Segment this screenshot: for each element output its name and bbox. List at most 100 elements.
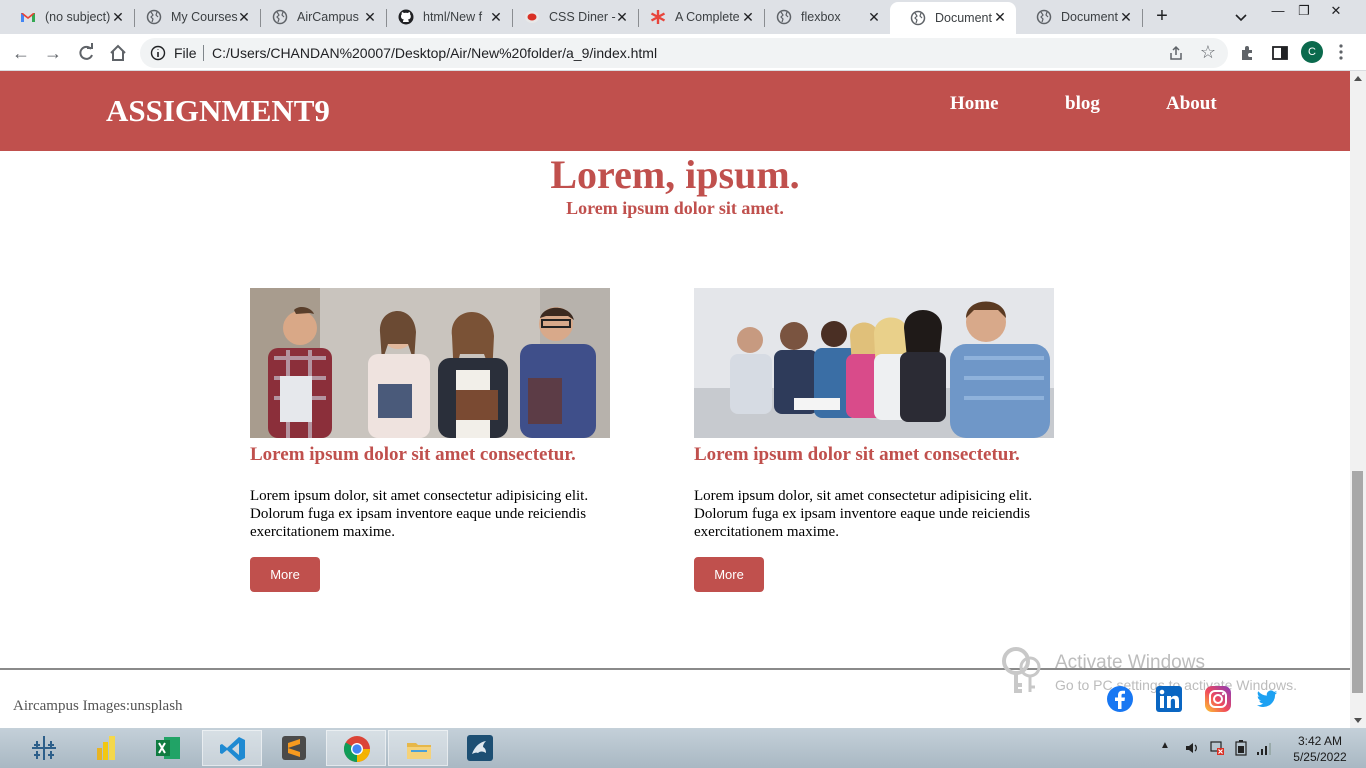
new-tab-button[interactable]: + [1152,6,1172,27]
site-header: ASSIGNMENT9 Home blog About [0,71,1350,151]
browser-tab-strip: (no subject) ✕ My Courses ✕ AirCampus ✕ … [0,0,1366,34]
chevron-down-icon[interactable] [1232,8,1250,26]
instagram-icon[interactable] [1204,685,1232,713]
card-body: Lorem ipsum dolor, sit amet consectetur … [694,488,1033,540]
more-button[interactable]: More [694,557,764,592]
nav-link-about[interactable]: About [1166,93,1217,115]
browser-tab-active[interactable]: Document ✕ [890,2,1016,34]
twitter-icon[interactable] [1254,685,1280,713]
browser-tab[interactable]: (no subject) ✕ [0,0,135,34]
globe-icon [272,9,288,25]
info-icon[interactable] [150,45,166,61]
more-button[interactable]: More [250,557,320,592]
minimize-button[interactable]: — [1264,0,1292,28]
globe-icon [146,9,162,25]
url-text[interactable]: C:/Users/CHANDAN%20007/Desktop/Air/New%2… [212,45,657,61]
nav-link-home[interactable]: Home [950,93,999,115]
window-close-button[interactable]: ✕ [1322,0,1350,28]
back-button[interactable]: ← [10,42,32,64]
close-icon[interactable]: ✕ [236,9,252,25]
close-icon[interactable]: ✕ [992,9,1008,25]
restore-button[interactable]: ❐ [1290,0,1318,28]
taskbar-file-explorer[interactable] [388,730,448,766]
windows-taskbar: ▲ 3:42 AM 5/25/2022 [0,728,1366,768]
clock-date: 5/25/2022 [1293,750,1347,764]
globe-icon [1036,9,1052,25]
taskbar-clock[interactable]: 3:42 AM 5/25/2022 [1284,733,1356,765]
file-label: File [174,45,197,61]
card-body: Lorem ipsum dolor, sit amet consectetur … [250,488,589,540]
taskbar-tableau[interactable] [14,730,74,766]
reload-icon[interactable] [75,42,97,64]
asterisk-icon [650,10,666,24]
clock-time: 3:42 AM [1297,734,1343,748]
scroll-down-arrow[interactable] [1354,718,1362,723]
taskbar-chrome[interactable] [326,730,386,766]
taskbar-sublime[interactable] [264,730,324,766]
battery-icon[interactable] [1233,740,1249,756]
divider [203,45,204,61]
browser-tab[interactable]: html/New f ✕ [378,0,513,34]
browser-tab[interactable]: My Courses ✕ [126,0,261,34]
content-card: Lorem ipsum dolor sit amet consectetur. … [250,288,614,592]
close-icon[interactable]: ✕ [614,9,630,25]
card-heading: Lorem ipsum dolor sit amet consectetur. [250,444,576,465]
close-icon[interactable]: ✕ [866,9,882,25]
home-icon[interactable] [107,42,129,64]
browser-tab[interactable]: flexbox ✕ [756,0,890,34]
taskbar-vscode[interactable] [202,730,262,766]
gmail-icon [21,13,35,22]
content-card: Lorem ipsum dolor sit amet consectetur. … [694,288,1058,592]
page-scrollbar[interactable] [1350,71,1366,728]
vscode-icon [220,737,245,761]
browser-tab[interactable]: Document ✕ [1016,0,1143,34]
file-explorer-icon [407,743,431,759]
signal-icon[interactable] [1256,740,1272,756]
chrome-icon [343,736,371,763]
close-icon[interactable]: ✕ [488,9,504,25]
sublime-text-icon [282,736,306,760]
keys-icon [1002,647,1041,693]
address-bar[interactable]: File C:/Users/CHANDAN%20007/Desktop/Air/… [140,38,1228,68]
taskbar-power-bi[interactable] [76,730,136,766]
taskbar-mysql-workbench[interactable] [450,730,510,766]
side-panel-icon[interactable] [1270,43,1290,63]
browser-tab[interactable]: CSS Diner - ✕ [504,0,639,34]
browser-tab[interactable]: AirCampus ✕ [252,0,387,34]
close-icon[interactable]: ✕ [1118,9,1134,25]
linkedin-icon[interactable] [1155,685,1183,713]
students-group-photo [250,288,610,438]
nav-link-blog[interactable]: blog [1065,93,1100,115]
site-logo[interactable]: ASSIGNMENT9 [106,93,330,129]
power-bi-icon [97,736,115,760]
bookmark-star-icon[interactable]: ☆ [1200,43,1216,61]
close-icon[interactable]: ✕ [110,9,126,25]
browser-tab[interactable]: A Complete ✕ [630,0,765,34]
share-icon[interactable] [1168,45,1184,61]
network-disconnected-icon[interactable] [1209,740,1225,756]
web-page: ASSIGNMENT9 Home blog About Lorem, ipsum… [0,71,1350,728]
taskbar-excel[interactable] [138,730,198,766]
tableau-icon [32,736,56,760]
globe-icon [910,10,926,26]
forward-button[interactable]: → [42,42,64,64]
scroll-up-arrow[interactable] [1354,76,1362,81]
extensions-icon[interactable] [1238,43,1258,63]
mysql-workbench-icon [467,735,493,761]
watermark-title: Activate Windows [1055,652,1205,673]
profile-avatar[interactable]: C [1301,41,1323,63]
hero-subtitle: Lorem ipsum dolor sit amet. [566,198,784,218]
volume-icon[interactable] [1184,740,1200,756]
menu-kebab-icon[interactable] [1338,42,1344,62]
close-icon[interactable]: ✕ [362,9,378,25]
card-heading: Lorem ipsum dolor sit amet consectetur. [694,444,1020,465]
excel-icon [156,737,180,759]
close-icon[interactable]: ✕ [740,9,756,25]
tray-overflow-chevron-icon[interactable]: ▲ [1160,740,1176,756]
globe-icon [776,9,792,25]
facebook-icon[interactable] [1106,685,1134,713]
css-diner-icon [525,11,539,23]
scrollbar-thumb[interactable] [1352,471,1363,693]
github-icon [398,9,414,25]
hero-title: Lorem, ipsum. [550,152,800,197]
